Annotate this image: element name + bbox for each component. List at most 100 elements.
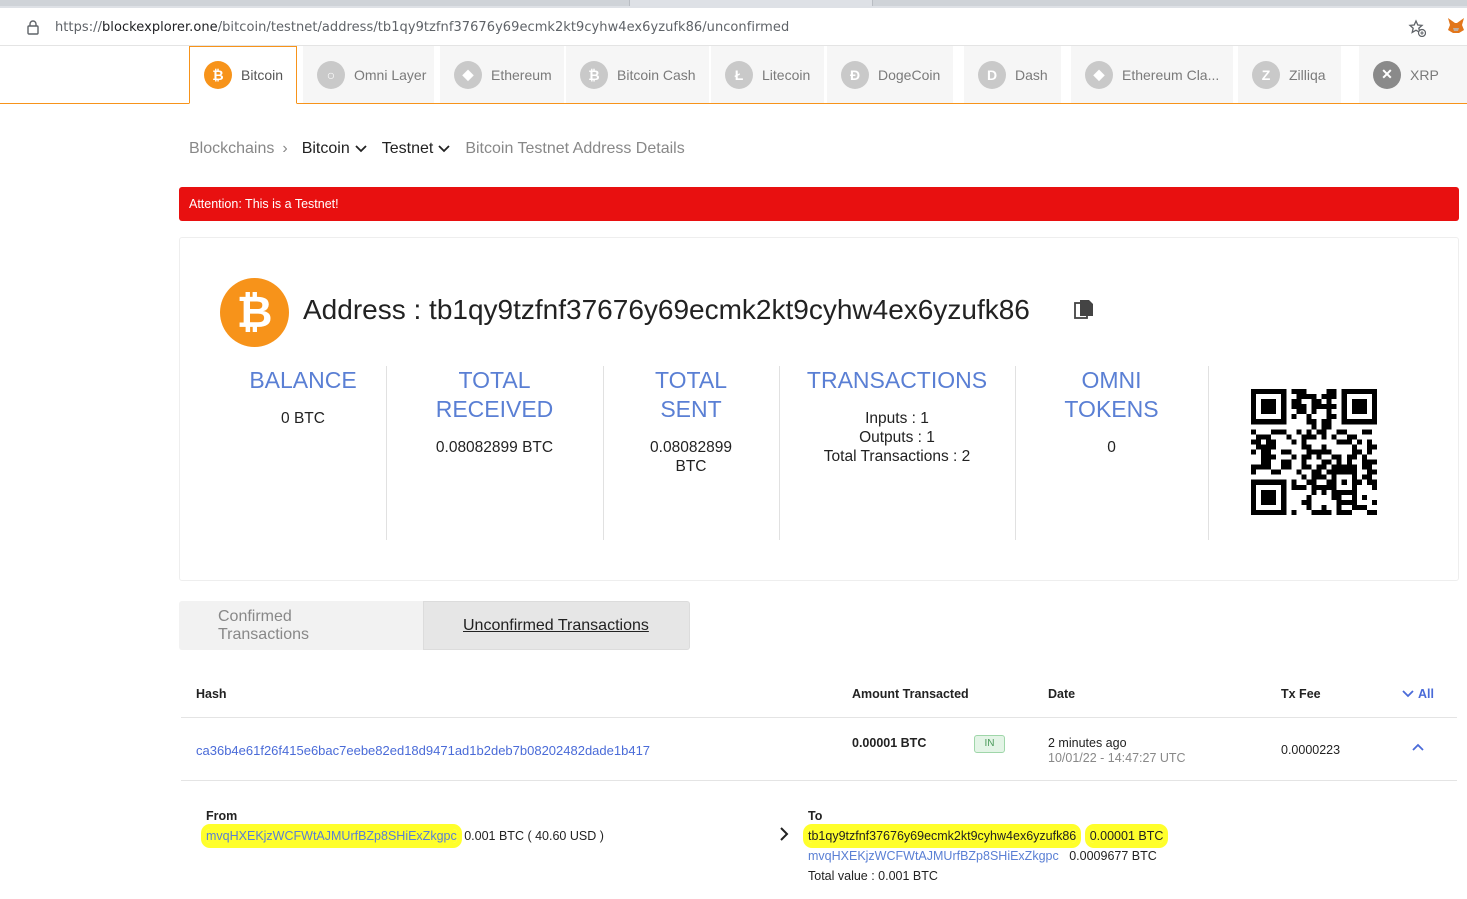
total-sent-stat: TOTAL SENT 0.08082899 BTC <box>603 366 779 540</box>
breadcrumb: Blockchains › Bitcoin Testnet Bitcoin Te… <box>189 138 685 160</box>
expand-all-button[interactable]: All <box>1402 687 1434 701</box>
coin-tab-zilliqa[interactable]: Z Zilliqa <box>1238 46 1341 103</box>
breadcrumb-chain-dropdown[interactable]: Bitcoin <box>302 140 350 158</box>
coin-tab-litecoin[interactable]: Ł Litecoin <box>711 46 824 103</box>
to-entry: mvqHXEKjzWCFWtAJMUrfBZp8SHiExZkgpc 0.000… <box>808 849 1157 863</box>
tx-fee: 0.0000223 <box>1281 743 1341 757</box>
coin-tab-ethereum[interactable]: ◆ Ethereum <box>440 46 564 103</box>
copy-icon[interactable] <box>1074 299 1094 321</box>
coin-tab-label: Omni Layer <box>354 66 427 83</box>
omni-tokens-value: 0 <box>1107 439 1116 456</box>
coin-navigation: ₿ Bitcoin ○ Omni Layer ◆ Ethereum ₿ Bitc… <box>0 46 1467 104</box>
total-received-label-1: TOTAL <box>458 367 531 393</box>
xrp-icon: ✕ <box>1373 60 1401 89</box>
dogecoin-icon: Ð <box>841 60 869 89</box>
total-received-value: 0.08082899 BTC <box>435 439 554 456</box>
coin-tab-bitcoin-cash[interactable]: ₿ Bitcoin Cash <box>566 46 709 103</box>
coin-tab-dogecoin[interactable]: Ð DogeCoin <box>827 46 953 103</box>
arrow-right-icon <box>780 827 789 841</box>
column-header-date: Date <box>1048 687 1076 701</box>
address-card: ₿ Address : tb1qy9tzfnf37676y69ecmk2kt9c… <box>179 237 1459 581</box>
coin-tab-label: Dash <box>1015 66 1048 83</box>
breadcrumb-current: Bitcoin Testnet Address Details <box>465 140 685 157</box>
to-amount-1: 0.00001 BTC <box>1089 829 1164 843</box>
coin-tab-ethereum-classic[interactable]: ◆ Ethereum Cla... <box>1071 46 1233 103</box>
transaction-tabs: Confirmed Transactions Unconfirmed Trans… <box>179 601 690 650</box>
coin-tab-label: Ethereum Cla... <box>1122 66 1220 83</box>
transactions-label: TRANSACTIONS <box>806 367 988 393</box>
breadcrumb-network-dropdown[interactable]: Testnet <box>382 140 434 158</box>
chevron-down-icon[interactable] <box>355 145 367 153</box>
from-entry: mvqHXEKjzWCFWtAJMUrfBZp8SHiExZkgpc 0.001… <box>206 829 604 843</box>
bitcoin-logo-icon: ₿ <box>220 278 289 347</box>
transaction-hash-link[interactable]: ca36b4e61f26f415e6bac7eebe82ed18d9471ad1… <box>196 743 650 758</box>
to-entry: tb1qy9tzfnf37676y69ecmk2kt9cyhw4ex6yzufk… <box>808 829 1164 843</box>
lock-icon[interactable] <box>26 19 40 35</box>
total-sent-label-2: SENT <box>660 396 722 422</box>
table-divider <box>181 780 1457 781</box>
coin-tab-dash[interactable]: D Dash <box>964 46 1061 103</box>
total-transactions-count: Total Transactions : 2 <box>823 448 971 465</box>
omni-label-1: OMNI <box>1081 367 1142 393</box>
bookmark-star-icon[interactable] <box>1408 19 1426 37</box>
testnet-alert: Attention: This is a Testnet! <box>179 187 1459 221</box>
coin-tab-label: Litecoin <box>762 66 811 83</box>
browser-tabstrip <box>0 0 1467 8</box>
balance-label: BALANCE <box>249 367 357 393</box>
qr-code-image <box>1251 389 1377 515</box>
to-address-1: tb1qy9tzfnf37676y69ecmk2kt9cyhw4ex6yzufk… <box>808 829 1077 843</box>
from-address-link[interactable]: mvqHXEKjzWCFWtAJMUrfBZp8SHiExZkgpc <box>206 829 457 843</box>
transactions-stat: TRANSACTIONS Inputs : 1 Outputs : 1 Tota… <box>779 366 1015 540</box>
breadcrumb-blockchains[interactable]: Blockchains <box>189 140 274 158</box>
total-received-stat: TOTAL RECEIVED 0.08082899 BTC <box>386 366 603 540</box>
tab-unconfirmed-transactions[interactable]: Unconfirmed Transactions <box>423 601 690 650</box>
bitcoin-cash-icon: ₿ <box>580 60 608 89</box>
url-field[interactable]: https://blockexplorer.one/bitcoin/testne… <box>12 11 1430 43</box>
total-value: Total value : 0.001 BTC <box>808 869 938 883</box>
column-header-amount: Amount Transacted <box>852 687 969 701</box>
dash-icon: D <box>978 60 1006 89</box>
direction-badge: IN <box>974 735 1005 753</box>
coin-tab-xrp[interactable]: ✕ XRP <box>1359 46 1467 103</box>
to-label: To <box>808 809 823 823</box>
chevron-down-icon[interactable] <box>438 145 450 153</box>
omni-tokens-stat: OMNI TOKENS 0 <box>1015 366 1208 540</box>
total-sent-value-1: 0.08082899 <box>650 439 732 456</box>
total-sent-value-2: BTC <box>675 458 707 475</box>
date-absolute: 10/01/22 - 14:47:27 UTC <box>1048 751 1186 765</box>
omni-icon: ○ <box>317 60 345 89</box>
coin-tab-bitcoin[interactable]: ₿ Bitcoin <box>189 46 297 104</box>
url-text[interactable]: https://blockexplorer.one/bitcoin/testne… <box>55 20 789 35</box>
expand-all-label: All <box>1418 687 1434 701</box>
ethereum-icon: ◆ <box>454 60 482 89</box>
coin-tab-omni-layer[interactable]: ○ Omni Layer <box>303 46 434 103</box>
chevron-down-icon <box>1402 690 1414 698</box>
from-label: From <box>206 809 238 823</box>
browser-tab[interactable] <box>0 0 630 6</box>
coin-tab-label: Bitcoin Cash <box>617 66 696 83</box>
stat-divider <box>1208 366 1209 540</box>
url-scheme: https:// <box>55 20 102 35</box>
tab-confirmed-transactions[interactable]: Confirmed Transactions <box>179 601 423 650</box>
address-title: Address : tb1qy9tzfnf37676y69ecmk2kt9cyh… <box>303 294 1030 325</box>
metamask-extension-icon[interactable] <box>1446 16 1466 36</box>
balance-value: 0 BTC <box>281 410 325 427</box>
coin-tab-label: Bitcoin <box>241 67 284 83</box>
from-amount: 0.001 BTC ( 40.60 USD ) <box>464 829 604 843</box>
browser-tab[interactable] <box>872 0 1467 6</box>
to-amount-2: 0.0009677 BTC <box>1069 849 1157 863</box>
zilliqa-icon: Z <box>1252 60 1280 89</box>
browser-address-bar: https://blockexplorer.one/bitcoin/testne… <box>0 8 1467 46</box>
column-header-hash: Hash <box>196 687 227 701</box>
inputs-count: Inputs : 1 <box>865 410 929 427</box>
url-path: /bitcoin/testnet/address/tb1qy9tzfnf3767… <box>217 20 790 35</box>
coin-tab-label: DogeCoin <box>878 66 941 83</box>
outputs-count: Outputs : 1 <box>859 429 935 446</box>
date-relative: 2 minutes ago <box>1048 736 1127 750</box>
chevron-up-icon[interactable] <box>1410 741 1426 753</box>
bitcoin-icon: ₿ <box>204 61 232 89</box>
to-address-2-link[interactable]: mvqHXEKjzWCFWtAJMUrfBZp8SHiExZkgpc <box>808 849 1059 863</box>
coin-tab-label: Zilliqa <box>1289 66 1326 83</box>
coin-tab-label: XRP <box>1410 66 1439 83</box>
ethereum-classic-icon: ◆ <box>1085 60 1113 89</box>
